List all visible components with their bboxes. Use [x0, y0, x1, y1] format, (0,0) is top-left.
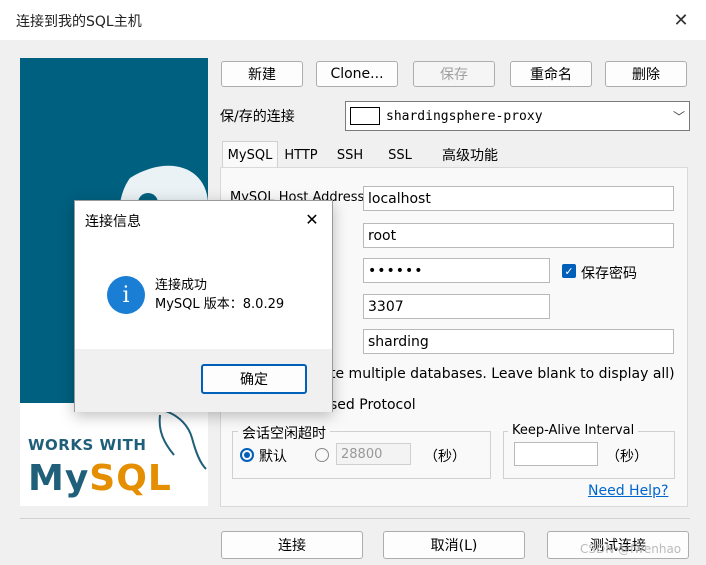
color-swatch: [350, 107, 380, 125]
clone-button[interactable]: Clone...: [316, 61, 398, 87]
dialog-footer: 确定: [75, 349, 332, 412]
keep-alive-seconds-label: （秒）: [606, 449, 648, 465]
save-password-checkbox[interactable]: ✓: [562, 264, 576, 278]
rename-button[interactable]: 重命名: [510, 61, 592, 87]
keep-alive-input[interactable]: [514, 442, 598, 466]
session-timeout-legend: 会话空闲超时: [238, 423, 330, 443]
need-help-link[interactable]: Need Help?: [588, 483, 668, 499]
tab-ssl[interactable]: SSL: [378, 143, 422, 167]
tab-http[interactable]: HTTP: [278, 143, 324, 167]
tab-ssh[interactable]: SSH: [328, 143, 372, 167]
mysql-logo-my: My: [28, 458, 90, 499]
mysql-logo: MySQL: [28, 458, 172, 499]
dialog-message-line1: 连接成功: [155, 278, 208, 293]
info-icon: i: [107, 276, 145, 314]
cancel-button[interactable]: 取消(L): [383, 531, 525, 559]
tab-mysql[interactable]: MySQL: [222, 141, 278, 169]
window-close-button[interactable]: ✕: [667, 6, 695, 34]
dialog-close-button[interactable]: ✕: [300, 207, 324, 231]
saved-connections-select[interactable]: shardingsphere-proxy ﹀: [345, 101, 690, 131]
database-hint: te multiple databases. Leave blank to di…: [330, 366, 675, 382]
tab-bar: MySQL HTTP SSH SSL 高级功能: [220, 141, 688, 169]
tab-advanced[interactable]: 高级功能: [434, 143, 506, 167]
save-button[interactable]: 保存: [413, 61, 495, 87]
works-with-text: WORKS WITH: [28, 436, 147, 454]
connection-info-dialog: 连接信息 ✕ i 连接成功 MySQL 版本：8.0.29 确定: [74, 200, 333, 412]
save-password-label: 保存密码: [581, 266, 637, 282]
new-button[interactable]: 新建: [221, 61, 303, 87]
protocol-label: sed Protocol: [330, 397, 416, 413]
timeout-input[interactable]: 28800: [336, 443, 411, 465]
chevron-down-icon: ﹀: [672, 109, 685, 124]
delete-button[interactable]: 删除: [605, 61, 687, 87]
window-title: 连接到我的SQL主机: [16, 14, 142, 30]
port-input[interactable]: 3307: [363, 294, 550, 319]
dialog-message-line2: MySQL 版本：8.0.29: [155, 297, 285, 312]
saved-connection-value: shardingsphere-proxy: [386, 108, 543, 124]
password-input[interactable]: ••••••: [363, 258, 550, 283]
username-input[interactable]: root: [363, 223, 674, 248]
default-radio-label: 默认: [259, 449, 287, 465]
mysql-logo-sql: SQL: [89, 458, 172, 499]
default-radio[interactable]: [240, 448, 254, 462]
saved-connections-label: 保/存的连接: [220, 109, 295, 125]
seconds-label: （秒）: [424, 449, 466, 465]
host-input[interactable]: localhost: [363, 186, 674, 211]
connect-button[interactable]: 连接: [221, 531, 363, 559]
dialog-message: 连接成功 MySQL 版本：8.0.29: [155, 276, 284, 314]
watermark: CSDN @fwenhao: [580, 542, 682, 556]
footer-divider: [20, 518, 690, 519]
dialog-title: 连接信息: [85, 214, 141, 230]
keep-alive-legend: Keep-Alive Interval: [508, 423, 639, 438]
custom-timeout-radio[interactable]: [315, 448, 329, 462]
database-input[interactable]: sharding: [363, 329, 674, 354]
ok-button[interactable]: 确定: [201, 364, 307, 394]
